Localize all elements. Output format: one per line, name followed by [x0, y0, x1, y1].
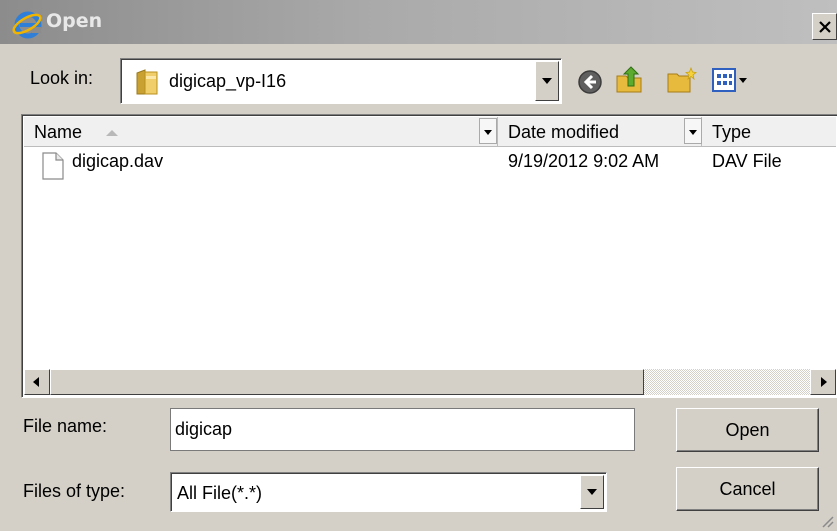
look-in-value: digicap_vp-I16: [169, 71, 287, 91]
up-folder-icon[interactable]: [614, 64, 646, 96]
scroll-left-button[interactable]: [24, 369, 50, 395]
scroll-right-button[interactable]: [810, 369, 836, 395]
file-icon: [42, 152, 64, 180]
column-header-date-label: Date modified: [508, 122, 620, 142]
look-in-dropdown-button[interactable]: [535, 61, 559, 101]
view-menu-icon[interactable]: [712, 68, 748, 94]
column-header-date-modified[interactable]: Date modified: [498, 117, 702, 147]
file-name-input[interactable]: [175, 409, 625, 450]
look-in-label: Look in:: [30, 68, 94, 88]
file-type-value: All File(*.*): [177, 483, 263, 503]
file-name-label: File name:: [23, 416, 108, 436]
column-header-type[interactable]: Type: [702, 117, 836, 147]
file-type-dropdown-button[interactable]: [580, 475, 604, 509]
file-list[interactable]: Name Date modified Type digicap.dav 9/19…: [21, 114, 837, 398]
file-name-field[interactable]: [170, 408, 635, 451]
name-column-filter-button[interactable]: [479, 118, 497, 144]
scroll-thumb[interactable]: [50, 369, 644, 395]
cancel-button[interactable]: Cancel: [676, 467, 819, 511]
column-header-name[interactable]: Name: [24, 117, 498, 147]
window-title: Open: [46, 10, 103, 32]
file-type-label: Files of type:: [23, 481, 126, 501]
title-bar[interactable]: Open: [0, 0, 837, 44]
horizontal-scrollbar[interactable]: [24, 369, 836, 395]
internet-explorer-icon: [12, 11, 42, 39]
back-icon[interactable]: [576, 68, 604, 96]
close-button[interactable]: [812, 13, 837, 40]
file-row-type: DAV File: [712, 151, 782, 171]
file-row-date: 9/19/2012 9:02 AM: [508, 151, 660, 171]
file-type-combobox[interactable]: All File(*.*): [170, 472, 607, 512]
look-in-combobox[interactable]: digicap_vp-I16: [120, 58, 562, 104]
column-header-type-label: Type: [712, 122, 752, 142]
file-row-name[interactable]: digicap.dav: [72, 151, 163, 172]
date-column-filter-button[interactable]: [684, 118, 702, 144]
new-folder-icon[interactable]: [666, 66, 698, 96]
open-button[interactable]: Open: [676, 408, 819, 452]
sort-ascending-icon: [106, 130, 118, 136]
column-header-name-label: Name: [34, 122, 83, 142]
close-icon: [819, 21, 831, 33]
folder-icon: [136, 69, 158, 95]
resize-grip-icon[interactable]: [820, 514, 834, 528]
